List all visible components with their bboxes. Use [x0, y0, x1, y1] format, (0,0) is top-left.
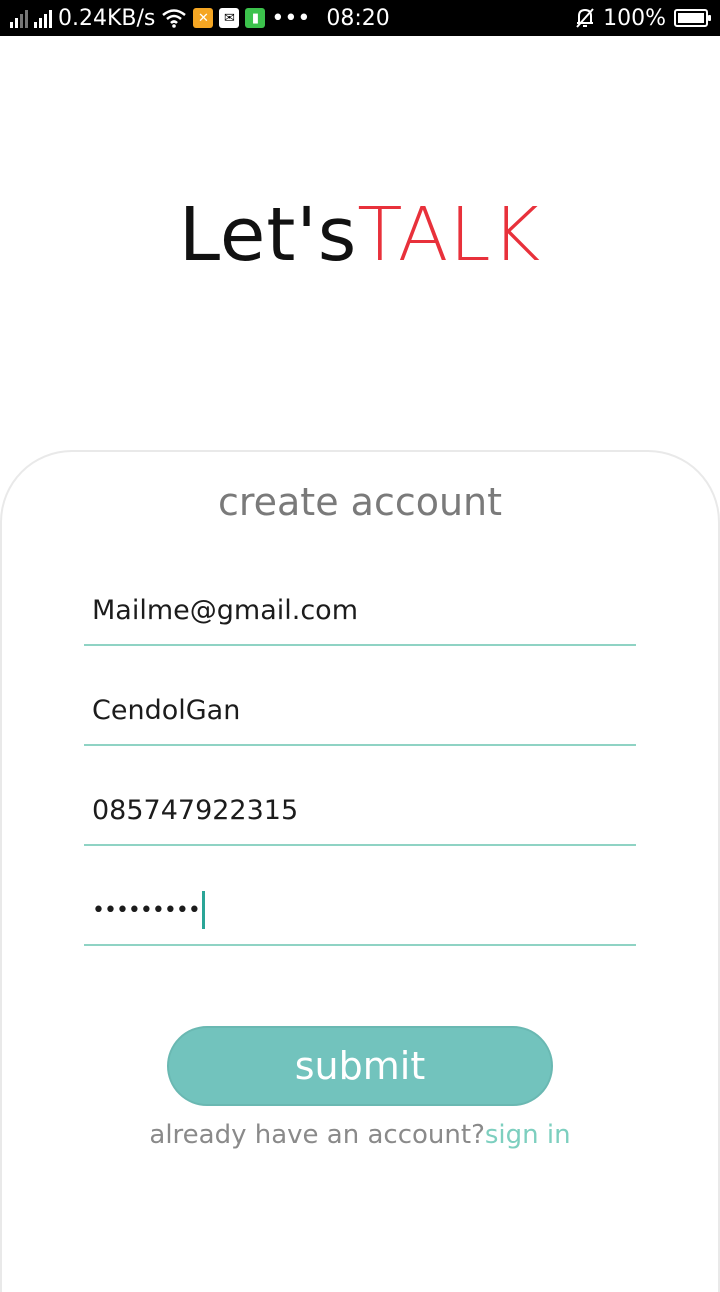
app-logo: Let'sTALK: [0, 192, 720, 278]
wifi-icon: [162, 9, 187, 28]
battery-percent: 100%: [603, 5, 666, 31]
password-value: •••••••••: [92, 897, 201, 923]
username-field[interactable]: CendolGan: [84, 676, 636, 746]
signal-icon: [34, 8, 52, 28]
submit-label: submit: [294, 1044, 426, 1088]
logo-lets: Let's: [178, 192, 358, 278]
network-speed: 0.24KB/s: [58, 5, 156, 31]
tool-app-icon: ✕: [193, 8, 214, 28]
email-value: Mailme@gmail.com: [92, 594, 358, 626]
phone-field[interactable]: 085747922315: [84, 776, 636, 846]
signal-icon: [10, 8, 28, 28]
password-field[interactable]: •••••••••: [84, 876, 636, 946]
mail-icon: ✉: [219, 8, 240, 28]
status-bar: 0.24KB/s ✕ ✉ ▮ ••• 08:20 100%: [0, 0, 720, 36]
battery-icon: [674, 9, 711, 27]
battery-saver-icon: ▮: [245, 8, 266, 28]
clock: 08:20: [326, 5, 390, 31]
submit-button[interactable]: submit: [167, 1026, 553, 1106]
page-title: create account: [217, 480, 503, 524]
text-cursor: [201, 891, 205, 929]
email-field[interactable]: Mailme@gmail.com: [84, 576, 636, 646]
already-account-text: already have an account?: [149, 1120, 485, 1150]
phone-value: 085747922315: [92, 794, 299, 826]
sign-in-link[interactable]: sign in: [485, 1120, 571, 1150]
logo-talk: TALK: [357, 192, 542, 278]
bell-off-icon: [576, 8, 594, 28]
username-value: CendolGan: [92, 694, 241, 726]
signin-row: already have an account?sign in: [0, 1120, 720, 1150]
more-notifications-icon: •••: [271, 5, 311, 31]
